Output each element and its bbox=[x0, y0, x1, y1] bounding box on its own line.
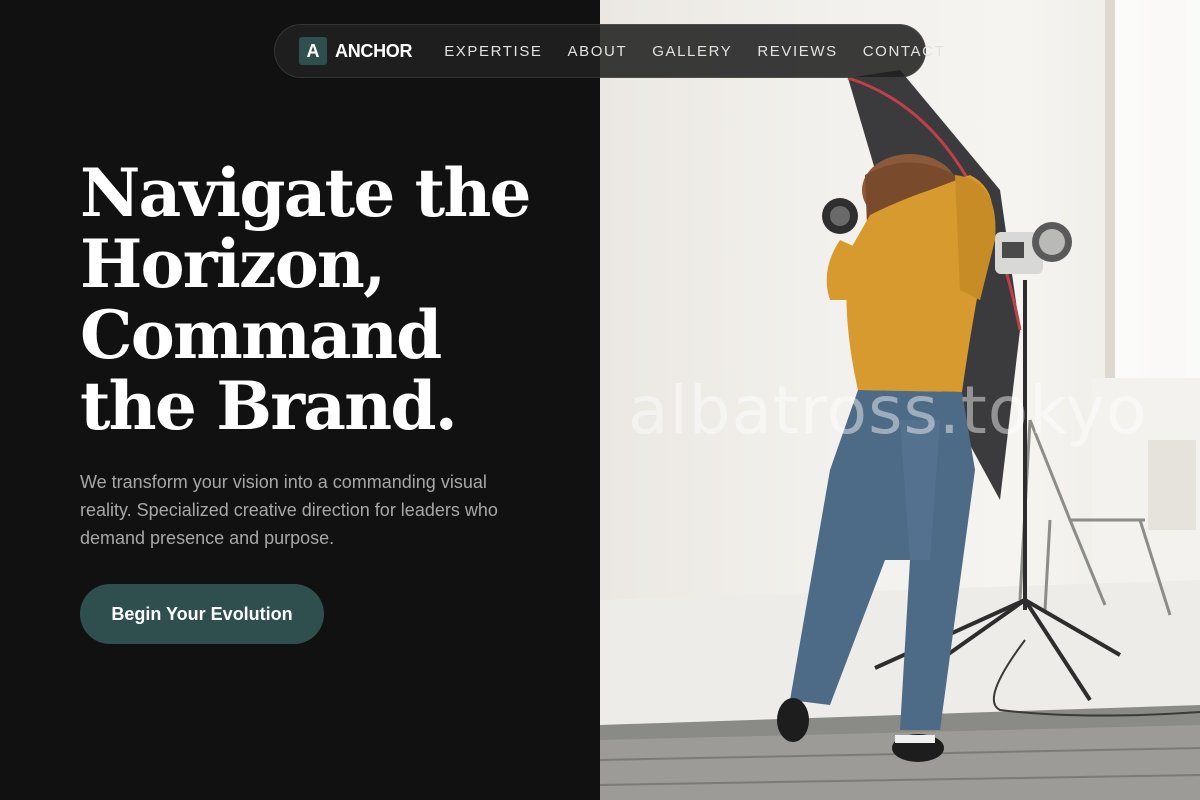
begin-evolution-button[interactable]: Begin Your Evolution bbox=[80, 584, 324, 644]
headline-line: the Brand. bbox=[80, 367, 458, 445]
top-navigation: A ANCHOR EXPERTISE ABOUT GALLERY REVIEWS… bbox=[274, 24, 944, 78]
nav-link-about[interactable]: ABOUT bbox=[568, 43, 628, 60]
nav-link-reviews[interactable]: REVIEWS bbox=[757, 43, 837, 60]
hero-headline: Navigate the Horizon, Command the Brand. bbox=[80, 158, 560, 442]
watermark-text: albatross.tokyo bbox=[628, 372, 1148, 449]
hero-subtitle: We transform your vision into a commandi… bbox=[80, 472, 498, 548]
brand-name: ANCHOR bbox=[335, 40, 413, 61]
brand-mark-icon: A bbox=[299, 37, 327, 65]
nav-link-expertise[interactable]: EXPERTISE bbox=[444, 43, 542, 60]
brand-logo[interactable]: A ANCHOR bbox=[299, 37, 413, 65]
headline-line: Navigate the bbox=[80, 154, 532, 232]
nav-link-gallery[interactable]: GALLERY bbox=[652, 43, 732, 60]
nav-link-contact[interactable]: CONTACT bbox=[863, 43, 946, 60]
headline-line: Command bbox=[80, 296, 442, 374]
headline-line: Horizon, bbox=[80, 225, 386, 303]
